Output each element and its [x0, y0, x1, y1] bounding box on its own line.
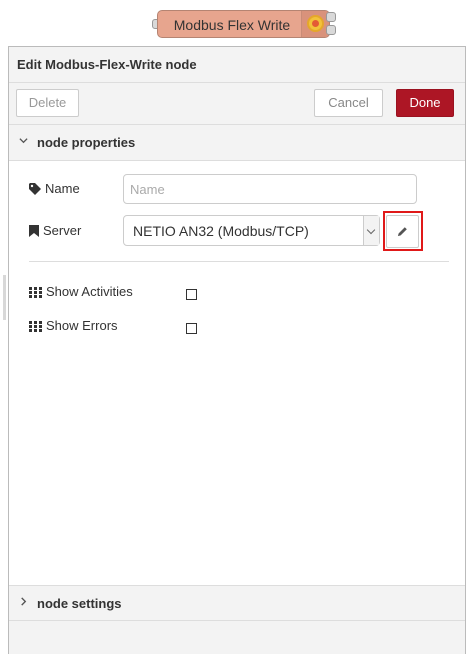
node-properties-label: node properties [37, 135, 136, 150]
node-icon-box [301, 11, 329, 37]
tray-header: Edit Modbus-Flex-Write node [9, 47, 465, 83]
edit-server-highlight [383, 211, 423, 251]
left-resize-grip[interactable] [3, 275, 6, 320]
done-button[interactable]: Done [396, 89, 454, 117]
show-errors-label: Show Errors [29, 318, 118, 333]
name-label: Name [29, 181, 80, 196]
form-divider [29, 261, 449, 262]
tray-title: Edit Modbus-Flex-Write node [17, 57, 197, 72]
edit-tray: Edit Modbus-Flex-Write node Delete Cance… [8, 46, 466, 654]
chevron-down-icon [19, 136, 28, 148]
name-input[interactable] [123, 174, 417, 204]
chevron-right-icon [19, 597, 28, 609]
bookmark-icon [29, 225, 39, 237]
modbus-flex-write-flow-node[interactable]: Modbus Flex Write [150, 10, 340, 40]
server-select-value: NETIO AN32 (Modbus/TCP) [133, 223, 309, 239]
delete-button[interactable]: Delete [16, 89, 79, 117]
chevron-down-icon[interactable] [363, 216, 379, 245]
node-settings-section-header[interactable]: node settings [9, 585, 465, 621]
node-output-port-1[interactable] [326, 12, 336, 22]
tag-icon [29, 183, 41, 195]
show-errors-checkbox[interactable] [186, 323, 197, 334]
node-output-port-2[interactable] [326, 25, 336, 35]
server-label: Server [29, 223, 81, 238]
grid-icon [29, 321, 42, 332]
show-activities-label: Show Activities [29, 284, 133, 299]
node-body[interactable]: Modbus Flex Write [157, 10, 330, 38]
node-settings-label: node settings [37, 596, 122, 611]
modbus-icon [307, 15, 324, 32]
cancel-button[interactable]: Cancel [314, 89, 383, 117]
node-label: Modbus Flex Write [173, 17, 291, 33]
server-select[interactable]: NETIO AN32 (Modbus/TCP) [123, 215, 380, 246]
node-properties-section-header[interactable]: node properties [9, 125, 465, 161]
show-activities-checkbox[interactable] [186, 289, 197, 300]
grid-icon [29, 287, 42, 298]
name-label-text: Name [45, 181, 80, 196]
show-activities-text: Show Activities [46, 284, 133, 299]
server-label-text: Server [43, 223, 82, 238]
tray-toolbar: Delete Cancel Done [9, 83, 465, 125]
tray-footer [9, 621, 465, 654]
show-errors-text: Show Errors [46, 318, 118, 333]
